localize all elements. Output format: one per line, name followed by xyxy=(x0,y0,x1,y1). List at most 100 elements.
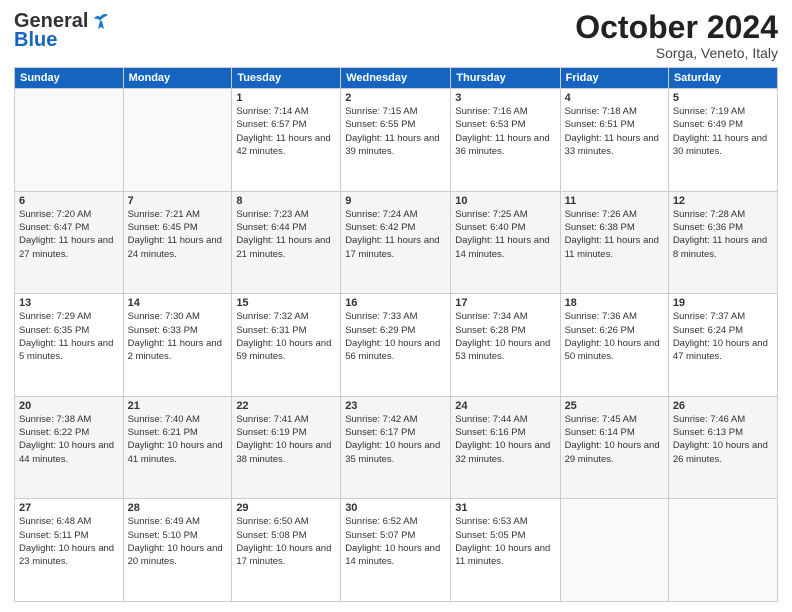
calendar-cell: 12Sunrise: 7:28 AM Sunset: 6:36 PM Dayli… xyxy=(668,191,777,294)
calendar-cell xyxy=(15,89,124,192)
day-number: 19 xyxy=(673,297,773,309)
day-info: Sunrise: 7:37 AM Sunset: 6:24 PM Dayligh… xyxy=(673,310,773,363)
day-info: Sunrise: 6:50 AM Sunset: 5:08 PM Dayligh… xyxy=(236,515,336,568)
calendar-cell: 21Sunrise: 7:40 AM Sunset: 6:21 PM Dayli… xyxy=(123,396,232,499)
calendar-cell: 6Sunrise: 7:20 AM Sunset: 6:47 PM Daylig… xyxy=(15,191,124,294)
calendar-cell: 31Sunrise: 6:53 AM Sunset: 5:05 PM Dayli… xyxy=(451,499,560,602)
day-number: 20 xyxy=(19,400,119,412)
month-title: October 2024 xyxy=(575,10,778,45)
calendar-cell: 13Sunrise: 7:29 AM Sunset: 6:35 PM Dayli… xyxy=(15,294,124,397)
calendar-cell: 17Sunrise: 7:34 AM Sunset: 6:28 PM Dayli… xyxy=(451,294,560,397)
day-info: Sunrise: 7:34 AM Sunset: 6:28 PM Dayligh… xyxy=(455,310,555,363)
calendar-cell: 26Sunrise: 7:46 AM Sunset: 6:13 PM Dayli… xyxy=(668,396,777,499)
day-number: 15 xyxy=(236,297,336,309)
calendar-cell: 30Sunrise: 6:52 AM Sunset: 5:07 PM Dayli… xyxy=(341,499,451,602)
location: Sorga, Veneto, Italy xyxy=(575,45,778,61)
day-number: 2 xyxy=(345,92,446,104)
day-info: Sunrise: 7:28 AM Sunset: 6:36 PM Dayligh… xyxy=(673,208,773,261)
calendar-cell: 25Sunrise: 7:45 AM Sunset: 6:14 PM Dayli… xyxy=(560,396,668,499)
calendar-header-row: SundayMondayTuesdayWednesdayThursdayFrid… xyxy=(15,68,778,89)
day-info: Sunrise: 7:38 AM Sunset: 6:22 PM Dayligh… xyxy=(19,413,119,466)
day-number: 12 xyxy=(673,195,773,207)
calendar-cell: 11Sunrise: 7:26 AM Sunset: 6:38 PM Dayli… xyxy=(560,191,668,294)
day-number: 25 xyxy=(565,400,664,412)
page: General Blue October 2024 Sorga, Veneto,… xyxy=(0,0,792,612)
day-info: Sunrise: 7:26 AM Sunset: 6:38 PM Dayligh… xyxy=(565,208,664,261)
day-number: 10 xyxy=(455,195,555,207)
day-info: Sunrise: 7:25 AM Sunset: 6:40 PM Dayligh… xyxy=(455,208,555,261)
calendar-cell: 20Sunrise: 7:38 AM Sunset: 6:22 PM Dayli… xyxy=(15,396,124,499)
day-number: 16 xyxy=(345,297,446,309)
day-info: Sunrise: 7:30 AM Sunset: 6:33 PM Dayligh… xyxy=(128,310,228,363)
day-number: 22 xyxy=(236,400,336,412)
calendar-cell xyxy=(668,499,777,602)
calendar-cell: 15Sunrise: 7:32 AM Sunset: 6:31 PM Dayli… xyxy=(232,294,341,397)
day-info: Sunrise: 7:29 AM Sunset: 6:35 PM Dayligh… xyxy=(19,310,119,363)
calendar-cell: 4Sunrise: 7:18 AM Sunset: 6:51 PM Daylig… xyxy=(560,89,668,192)
day-info: Sunrise: 6:53 AM Sunset: 5:05 PM Dayligh… xyxy=(455,515,555,568)
day-info: Sunrise: 7:33 AM Sunset: 6:29 PM Dayligh… xyxy=(345,310,446,363)
calendar-cell xyxy=(560,499,668,602)
day-number: 3 xyxy=(455,92,555,104)
day-number: 26 xyxy=(673,400,773,412)
title-block: October 2024 Sorga, Veneto, Italy xyxy=(575,10,778,61)
day-number: 18 xyxy=(565,297,664,309)
day-info: Sunrise: 7:36 AM Sunset: 6:26 PM Dayligh… xyxy=(565,310,664,363)
day-info: Sunrise: 7:18 AM Sunset: 6:51 PM Dayligh… xyxy=(565,105,664,158)
col-header-wednesday: Wednesday xyxy=(341,68,451,89)
day-info: Sunrise: 7:20 AM Sunset: 6:47 PM Dayligh… xyxy=(19,208,119,261)
calendar-cell: 16Sunrise: 7:33 AM Sunset: 6:29 PM Dayli… xyxy=(341,294,451,397)
logo-blue-text: Blue xyxy=(14,29,57,52)
calendar-cell: 24Sunrise: 7:44 AM Sunset: 6:16 PM Dayli… xyxy=(451,396,560,499)
day-info: Sunrise: 7:32 AM Sunset: 6:31 PM Dayligh… xyxy=(236,310,336,363)
day-number: 11 xyxy=(565,195,664,207)
calendar-cell xyxy=(123,89,232,192)
col-header-thursday: Thursday xyxy=(451,68,560,89)
day-info: Sunrise: 7:23 AM Sunset: 6:44 PM Dayligh… xyxy=(236,208,336,261)
day-number: 13 xyxy=(19,297,119,309)
logo: General Blue xyxy=(14,10,112,52)
day-number: 5 xyxy=(673,92,773,104)
day-info: Sunrise: 7:19 AM Sunset: 6:49 PM Dayligh… xyxy=(673,105,773,158)
col-header-tuesday: Tuesday xyxy=(232,68,341,89)
day-info: Sunrise: 6:48 AM Sunset: 5:11 PM Dayligh… xyxy=(19,515,119,568)
calendar-cell: 10Sunrise: 7:25 AM Sunset: 6:40 PM Dayli… xyxy=(451,191,560,294)
day-number: 4 xyxy=(565,92,664,104)
day-number: 14 xyxy=(128,297,228,309)
day-info: Sunrise: 7:44 AM Sunset: 6:16 PM Dayligh… xyxy=(455,413,555,466)
day-info: Sunrise: 7:45 AM Sunset: 6:14 PM Dayligh… xyxy=(565,413,664,466)
calendar-cell: 8Sunrise: 7:23 AM Sunset: 6:44 PM Daylig… xyxy=(232,191,341,294)
day-number: 27 xyxy=(19,502,119,514)
day-number: 1 xyxy=(236,92,336,104)
day-info: Sunrise: 6:52 AM Sunset: 5:07 PM Dayligh… xyxy=(345,515,446,568)
calendar-cell: 23Sunrise: 7:42 AM Sunset: 6:17 PM Dayli… xyxy=(341,396,451,499)
day-number: 30 xyxy=(345,502,446,514)
day-info: Sunrise: 7:14 AM Sunset: 6:57 PM Dayligh… xyxy=(236,105,336,158)
day-info: Sunrise: 7:46 AM Sunset: 6:13 PM Dayligh… xyxy=(673,413,773,466)
day-info: Sunrise: 7:16 AM Sunset: 6:53 PM Dayligh… xyxy=(455,105,555,158)
day-number: 8 xyxy=(236,195,336,207)
day-info: Sunrise: 7:24 AM Sunset: 6:42 PM Dayligh… xyxy=(345,208,446,261)
col-header-sunday: Sunday xyxy=(15,68,124,89)
calendar-cell: 27Sunrise: 6:48 AM Sunset: 5:11 PM Dayli… xyxy=(15,499,124,602)
day-number: 9 xyxy=(345,195,446,207)
col-header-saturday: Saturday xyxy=(668,68,777,89)
day-number: 24 xyxy=(455,400,555,412)
calendar-cell: 3Sunrise: 7:16 AM Sunset: 6:53 PM Daylig… xyxy=(451,89,560,192)
col-header-monday: Monday xyxy=(123,68,232,89)
calendar-cell: 1Sunrise: 7:14 AM Sunset: 6:57 PM Daylig… xyxy=(232,89,341,192)
day-number: 21 xyxy=(128,400,228,412)
calendar-cell: 22Sunrise: 7:41 AM Sunset: 6:19 PM Dayli… xyxy=(232,396,341,499)
calendar-cell: 5Sunrise: 7:19 AM Sunset: 6:49 PM Daylig… xyxy=(668,89,777,192)
day-info: Sunrise: 7:41 AM Sunset: 6:19 PM Dayligh… xyxy=(236,413,336,466)
calendar-cell: 14Sunrise: 7:30 AM Sunset: 6:33 PM Dayli… xyxy=(123,294,232,397)
calendar-cell: 2Sunrise: 7:15 AM Sunset: 6:55 PM Daylig… xyxy=(341,89,451,192)
logo-bird-icon xyxy=(90,11,112,33)
calendar-cell: 19Sunrise: 7:37 AM Sunset: 6:24 PM Dayli… xyxy=(668,294,777,397)
day-number: 17 xyxy=(455,297,555,309)
calendar-cell: 18Sunrise: 7:36 AM Sunset: 6:26 PM Dayli… xyxy=(560,294,668,397)
calendar-table: SundayMondayTuesdayWednesdayThursdayFrid… xyxy=(14,67,778,602)
calendar-cell: 29Sunrise: 6:50 AM Sunset: 5:08 PM Dayli… xyxy=(232,499,341,602)
day-number: 6 xyxy=(19,195,119,207)
day-number: 7 xyxy=(128,195,228,207)
